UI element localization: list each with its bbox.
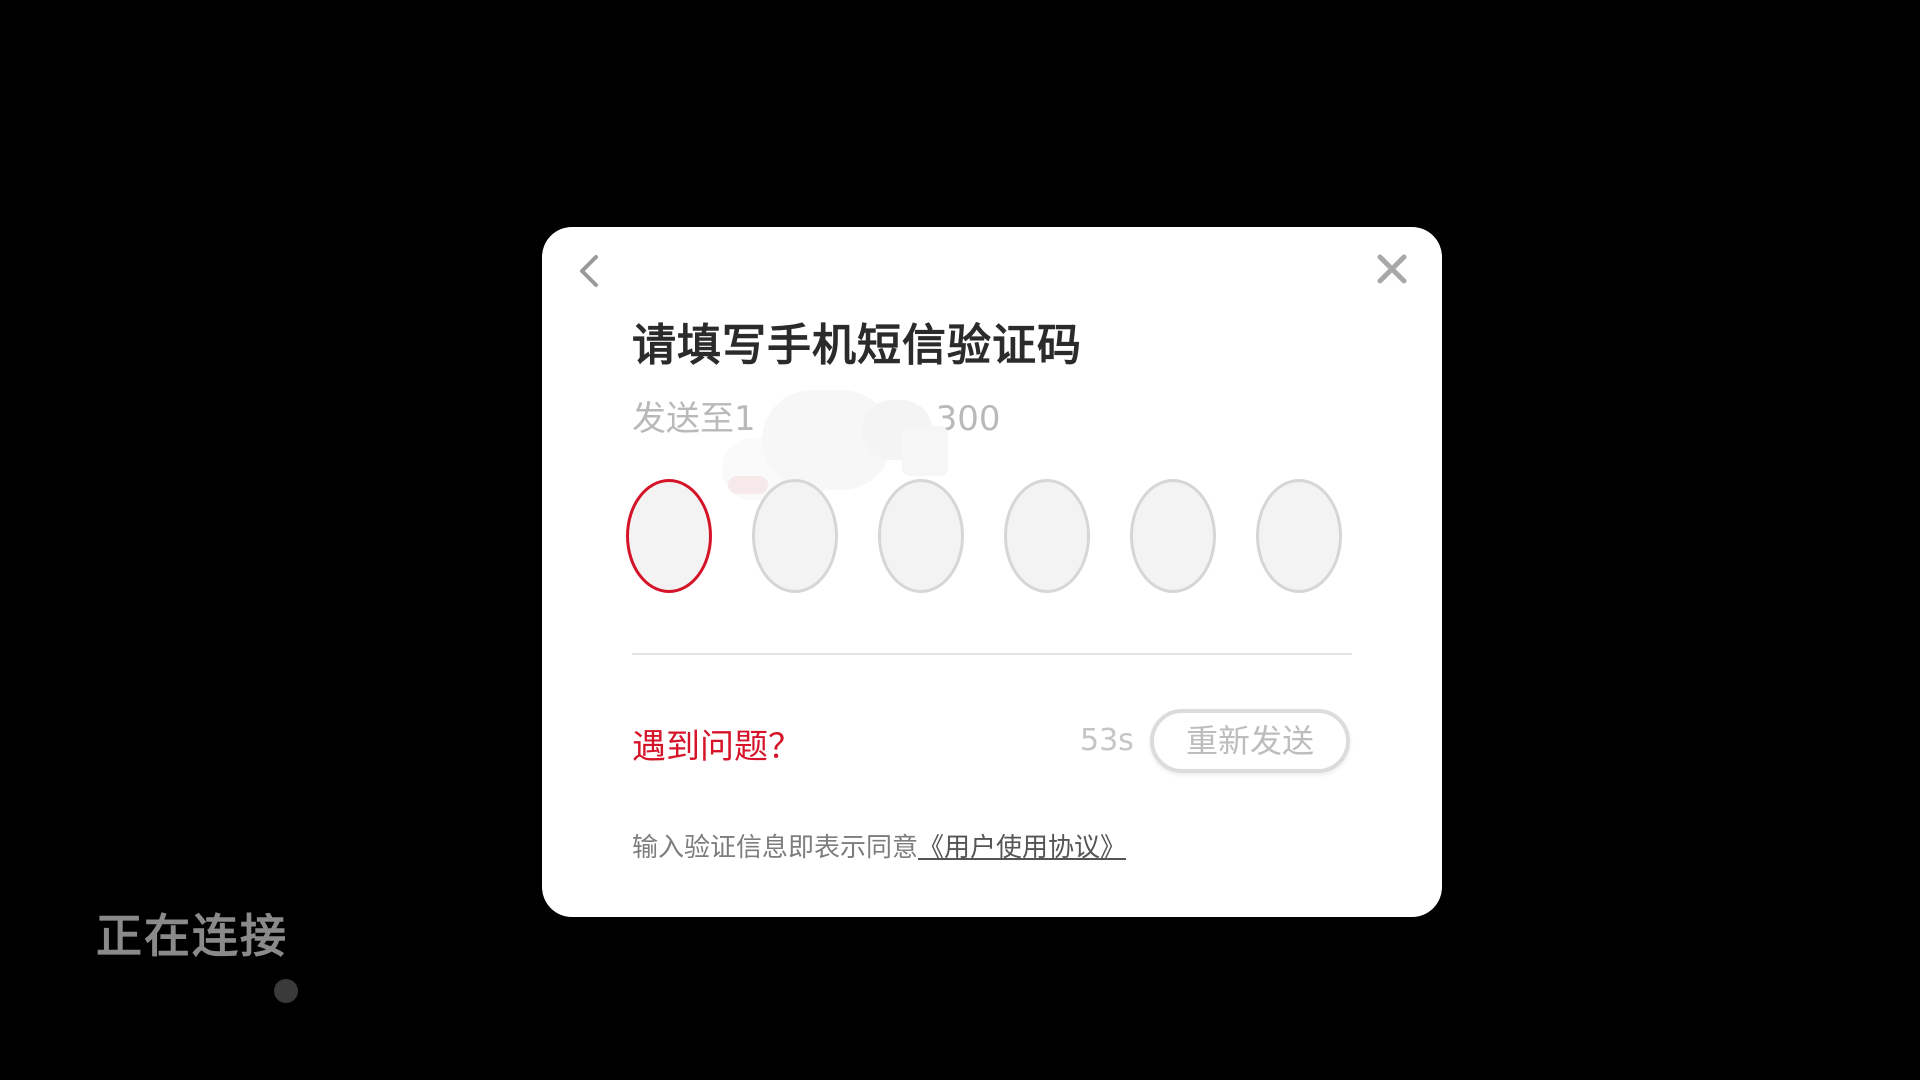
close-button[interactable] [1370,247,1414,291]
resend-countdown: 53s [1080,723,1134,758]
divider [632,653,1352,655]
user-agreement-link[interactable]: 《用户使用协议》 [918,833,1126,863]
chevron-left-icon [580,255,598,287]
sent-to-prefix: 发送至1 [632,399,756,439]
resend-button[interactable]: 重新发送 [1150,709,1350,773]
code-digit-box[interactable] [1256,479,1342,593]
verification-code-input[interactable] [626,479,1356,599]
code-digit-box[interactable] [1004,479,1090,593]
close-icon [1377,254,1407,284]
code-digit-box[interactable] [878,479,964,593]
phone-number-tail: 300 [935,399,1001,439]
agreement-text: 输入验证信息即表示同意 [632,833,919,863]
help-link[interactable]: 遇到问题？ [632,719,802,768]
connecting-status-text: 正在连接 [96,909,288,963]
loading-dot [274,979,298,1003]
code-digit-box[interactable] [752,479,838,593]
agreement-notice: 输入验证信息即表示同意《用户使用协议》 [632,827,1126,864]
dialog-title: 请填写手机短信验证码 [632,320,1082,371]
code-digit-box[interactable] [1130,479,1216,593]
back-button[interactable] [568,249,612,293]
sent-to-phone-text: 发送至1 300 [632,391,1001,440]
code-digit-box[interactable] [626,479,712,593]
screen: 正在连接 请填写手机短信验证码 发送至1 300 遇到问题？ 53s 重新发送 … [0,0,1920,1080]
sms-verification-dialog: 请填写手机短信验证码 发送至1 300 遇到问题？ 53s 重新发送 输入验证信息… [542,227,1442,917]
